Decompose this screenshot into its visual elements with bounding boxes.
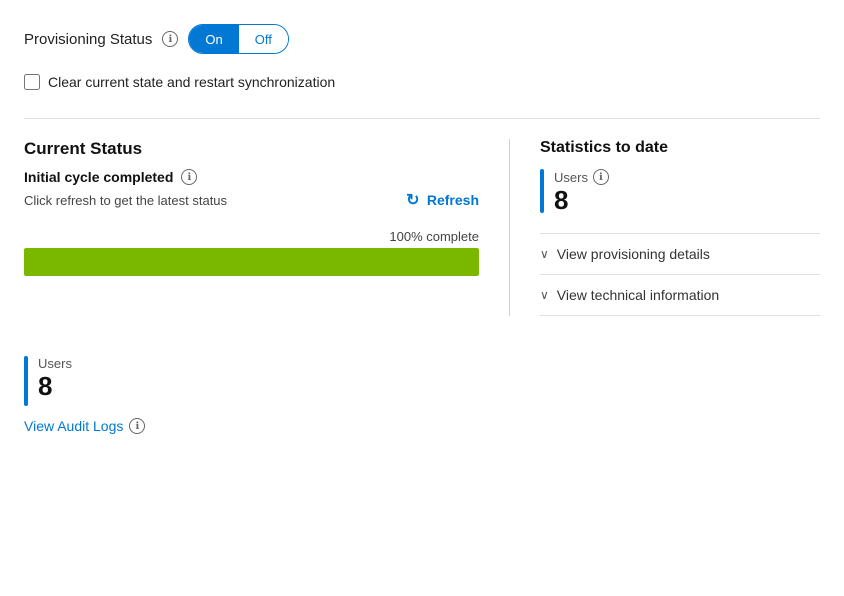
- stat-bar-bottom: [24, 356, 28, 406]
- current-status-title: Current Status: [24, 139, 479, 159]
- users-count-bottom: 8: [38, 373, 72, 399]
- refresh-button-label: Refresh: [427, 192, 479, 208]
- divider: [24, 118, 820, 119]
- view-provisioning-details-item[interactable]: ∨ View provisioning details: [540, 233, 820, 274]
- status-info-icon[interactable]: ℹ: [181, 169, 197, 185]
- provisioning-details-label: View provisioning details: [557, 246, 710, 262]
- view-audit-logs-link[interactable]: View Audit Logs ℹ: [24, 418, 820, 434]
- left-panel: Current Status Initial cycle completed ℹ…: [24, 139, 510, 316]
- audit-logs-label: View Audit Logs: [24, 418, 123, 434]
- audit-logs-info-icon[interactable]: ℹ: [129, 418, 145, 434]
- status-label: Initial cycle completed: [24, 169, 173, 185]
- users-stat-right: Users ℹ 8: [540, 169, 820, 213]
- stat-content-bottom: Users 8: [38, 356, 72, 406]
- users-stat-bottom: Users 8: [24, 356, 820, 406]
- refresh-button[interactable]: ↻ Refresh: [404, 191, 479, 209]
- provisioning-toggle[interactable]: On Off: [188, 24, 288, 54]
- stat-bar-right: [540, 169, 544, 213]
- clear-state-checkbox[interactable]: [24, 74, 40, 90]
- stat-content-right: Users ℹ 8: [554, 169, 609, 213]
- bottom-section: Users 8 View Audit Logs ℹ: [24, 346, 820, 434]
- main-content: Current Status Initial cycle completed ℹ…: [24, 139, 820, 316]
- progress-section: 100% complete: [24, 229, 479, 276]
- provisioning-info-icon[interactable]: ℹ: [162, 31, 178, 47]
- technical-info-label: View technical information: [557, 287, 719, 303]
- toggle-off-option[interactable]: Off: [239, 25, 288, 53]
- users-count-right: 8: [554, 187, 609, 213]
- refresh-hint-text: Click refresh to get the latest status: [24, 193, 227, 208]
- toggle-on-option[interactable]: On: [189, 25, 238, 53]
- provisioning-status-label: Provisioning Status: [24, 31, 152, 48]
- header-row: Provisioning Status ℹ On Off: [24, 24, 820, 54]
- view-technical-information-item[interactable]: ∨ View technical information: [540, 274, 820, 316]
- technical-info-chevron-icon: ∨: [540, 288, 549, 302]
- stat-label-row-bottom: Users: [38, 356, 72, 371]
- progress-bar-fill: [24, 248, 479, 276]
- statistics-title: Statistics to date: [540, 139, 820, 157]
- refresh-icon: ↻: [404, 191, 422, 209]
- users-label-bottom: Users: [38, 356, 72, 371]
- provisioning-details-chevron-icon: ∨: [540, 247, 549, 261]
- right-panel: Statistics to date Users ℹ 8 ∨ View prov…: [510, 139, 820, 316]
- checkbox-row: Clear current state and restart synchron…: [24, 74, 820, 90]
- users-info-icon-right[interactable]: ℹ: [593, 169, 609, 185]
- users-label-right: Users: [554, 170, 588, 185]
- stat-label-row-right: Users ℹ: [554, 169, 609, 185]
- progress-percentage: 100% complete: [24, 229, 479, 244]
- checkbox-label[interactable]: Clear current state and restart synchron…: [48, 74, 335, 90]
- progress-bar-background: [24, 248, 479, 276]
- refresh-row: Click refresh to get the latest status ↻…: [24, 191, 479, 209]
- status-row: Initial cycle completed ℹ: [24, 169, 479, 185]
